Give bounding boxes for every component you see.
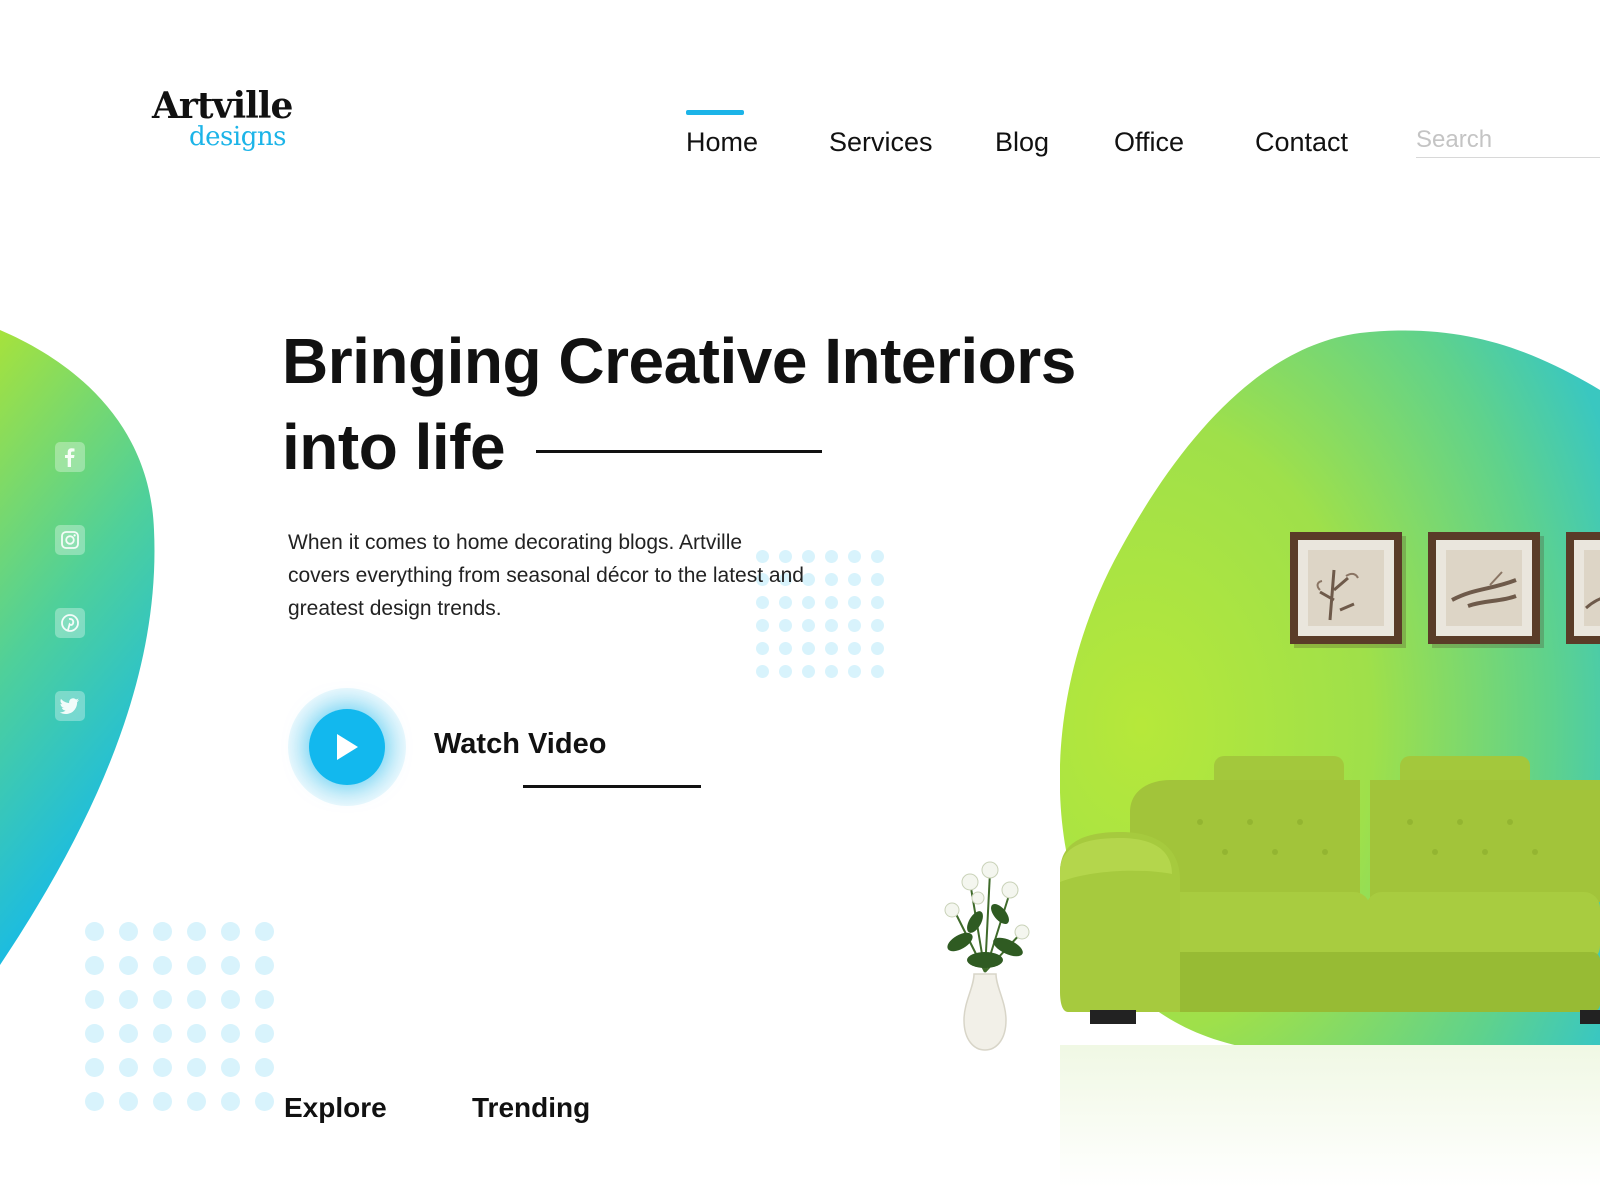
decor-dot <box>848 619 861 632</box>
decor-dot <box>153 1058 172 1077</box>
nav-active-indicator <box>686 110 744 115</box>
decor-dot <box>825 550 838 563</box>
decor-dot <box>779 642 792 655</box>
hero-title: Bringing Creative Interiors into life <box>282 318 1076 490</box>
decor-dot <box>85 990 104 1009</box>
decor-dot <box>756 642 769 655</box>
instagram-icon <box>61 531 79 549</box>
left-gradient-blob <box>0 330 155 965</box>
decor-dot <box>221 1058 240 1077</box>
decor-dot <box>187 990 206 1009</box>
dot-grid-bottom <box>85 922 275 1112</box>
decor-dot <box>255 1092 274 1111</box>
nav-contact[interactable]: Contact <box>1255 124 1348 160</box>
decor-dot <box>779 665 792 678</box>
decor-dot <box>85 922 104 941</box>
tab-explore[interactable]: Explore <box>284 1092 387 1124</box>
decor-dot <box>187 1058 206 1077</box>
facebook-button[interactable] <box>55 442 85 472</box>
flower-vase <box>944 861 1030 1051</box>
instagram-button[interactable] <box>55 525 85 555</box>
twitter-button[interactable] <box>55 691 85 721</box>
decor-dot <box>221 1024 240 1043</box>
nav-office[interactable]: Office <box>1114 124 1184 160</box>
play-button[interactable] <box>309 709 385 785</box>
decor-dot <box>187 922 206 941</box>
decor-dot <box>119 990 138 1009</box>
decor-dot <box>848 573 861 586</box>
twitter-icon <box>60 698 79 714</box>
frame-2 <box>1428 532 1544 648</box>
decor-dot <box>153 956 172 975</box>
decor-dot <box>153 990 172 1009</box>
decor-dot <box>255 956 274 975</box>
decor-dot <box>119 956 138 975</box>
watch-video-underline <box>523 785 701 788</box>
decor-dot <box>221 990 240 1009</box>
pinterest-icon <box>61 614 79 632</box>
decor-dot <box>825 642 838 655</box>
nav-home[interactable]: Home <box>686 124 758 160</box>
decor-dot <box>871 619 884 632</box>
decor-dot <box>255 1024 274 1043</box>
decor-dot <box>825 596 838 609</box>
decor-dot <box>871 642 884 655</box>
tab-trending[interactable]: Trending <box>472 1092 590 1124</box>
hero-description: When it comes to home decorating blogs. … <box>288 531 804 620</box>
decor-dot <box>871 573 884 586</box>
frame-3 <box>1566 532 1600 644</box>
decor-dot <box>221 956 240 975</box>
decor-dot <box>85 1024 104 1043</box>
decor-dot <box>153 1024 172 1043</box>
decor-dot <box>802 665 815 678</box>
decor-dot <box>85 1092 104 1111</box>
decor-dot <box>825 619 838 632</box>
decor-dot <box>85 956 104 975</box>
decor-dot <box>848 665 861 678</box>
decor-dot <box>848 550 861 563</box>
logo-wordmark[interactable]: Artville <box>152 88 293 124</box>
play-icon <box>337 734 358 760</box>
decor-dot <box>187 1024 206 1043</box>
decor-dot <box>221 922 240 941</box>
hero-title-line-2: into life <box>282 411 506 483</box>
decor-dot <box>255 922 274 941</box>
decor-dot <box>871 596 884 609</box>
decor-dot <box>119 1058 138 1077</box>
decor-dot <box>255 1058 274 1077</box>
decor-dot <box>825 665 838 678</box>
decor-dot <box>825 573 838 586</box>
decor-dot <box>221 1092 240 1111</box>
facebook-icon <box>65 448 75 467</box>
decor-dot <box>255 990 274 1009</box>
decor-dot <box>153 1092 172 1111</box>
wall-frames <box>1290 532 1600 648</box>
decor-dot <box>187 1092 206 1111</box>
watch-video-link[interactable]: Watch Video <box>434 728 606 761</box>
decor-dot <box>85 1058 104 1077</box>
decor-dot <box>153 922 172 941</box>
decor-dot <box>848 596 861 609</box>
floor-reflection <box>1060 1045 1600 1188</box>
search-input[interactable] <box>1416 122 1600 158</box>
decor-dot <box>871 550 884 563</box>
logo-subtitle: designs <box>189 122 286 152</box>
decor-dot <box>871 665 884 678</box>
nav-services[interactable]: Services <box>829 124 933 160</box>
decor-dot <box>119 1024 138 1043</box>
decor-dot <box>802 642 815 655</box>
decor-dot <box>848 642 861 655</box>
decor-dot <box>119 922 138 941</box>
decor-dot <box>187 956 206 975</box>
decor-dot <box>119 1092 138 1111</box>
sofa-illustration <box>1060 756 1600 1024</box>
pinterest-button[interactable] <box>55 608 85 638</box>
nav-blog[interactable]: Blog <box>995 124 1049 160</box>
decor-dot <box>756 665 769 678</box>
title-underline <box>536 450 822 453</box>
hero-title-line-1: Bringing Creative Interiors <box>282 325 1076 397</box>
frame-1 <box>1290 532 1406 648</box>
